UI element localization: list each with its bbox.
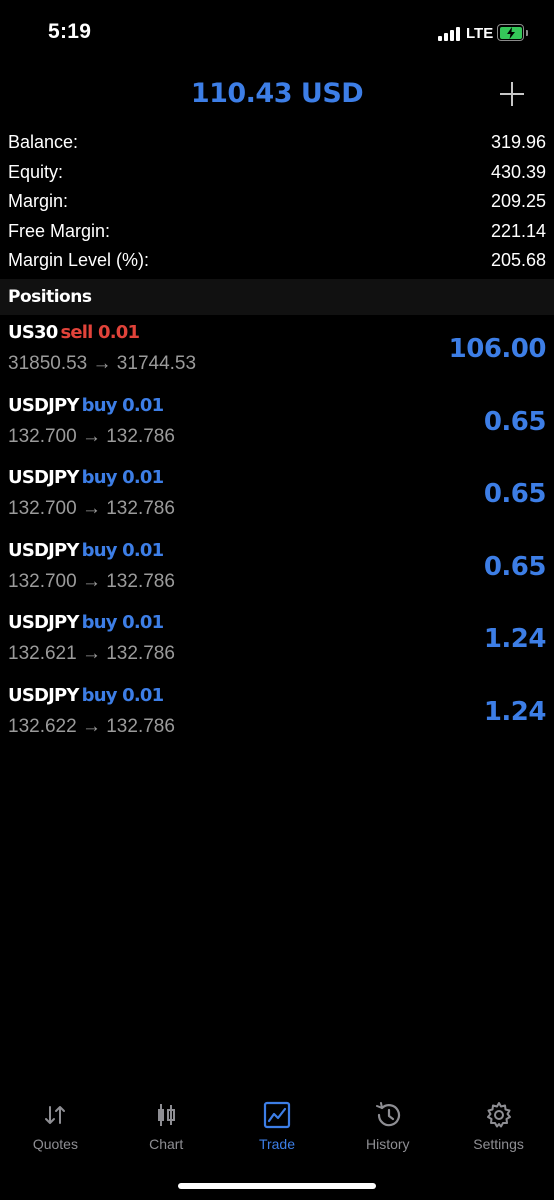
position-symbol: USDJPY [8,467,79,488]
position-symbol: USDJPY [8,394,79,416]
position-symbol: USDJPY [8,612,79,633]
position-side: buy 0.01 [81,612,165,633]
network-type: LTE [466,25,494,42]
trade-screen: 5:19 LTE 110.43 USD Balance: 319.96 Equi… [0,0,554,1200]
summary-label: Balance: [8,132,79,153]
summary-row-free-margin: Free Margin: 221.14 [0,217,554,247]
quotes-arrows-icon [45,1106,66,1124]
positions-section-header: Positions [0,279,554,315]
position-side: buy 0.01 [81,539,165,561]
history-clock-icon [375,1102,400,1127]
position-prices: 132.621 → 132.786 [8,643,175,664]
tab-label: History [366,1136,410,1152]
trade-chart-icon [263,1101,291,1129]
position-row[interactable]: USDJPY buy 0.01 132.621 → 132.786 1.24 [0,608,554,681]
position-prices: 132.622 → 132.786 [8,715,175,737]
status-bar: 5:19 LTE [0,0,554,66]
position-symbol: US30 [8,322,58,343]
position-profit: 0.65 [483,406,547,437]
summary-label: Margin Level (%): [8,250,150,271]
position-row[interactable]: USDJPY buy 0.01 132.700 → 132.786 0.65 [0,536,554,609]
tab-settings[interactable]: Settings [443,1090,554,1170]
summary-value: 221.14 [490,220,546,241]
account-summary: Balance: 319.96 Equity: 430.39 Margin: 2… [0,128,554,276]
tab-history[interactable]: History [332,1090,443,1170]
home-indicator [178,1183,376,1189]
position-side: buy 0.01 [81,467,165,488]
summary-value: 319.96 [490,132,546,153]
position-profit: 0.65 [483,551,547,582]
summary-row-margin-level: Margin Level (%): 205.68 [0,246,554,276]
summary-row-equity: Equity: 430.39 [0,158,554,188]
position-prices: 132.700 → 132.786 [8,425,175,447]
positions-list: US30 sell 0.01 31850.53 → 31744.53 106.00… [0,318,554,753]
add-order-button[interactable] [496,78,528,110]
tab-quotes[interactable]: Quotes [0,1090,111,1170]
position-side: buy 0.01 [81,684,165,706]
position-symbol: USDJPY [8,684,79,706]
position-profit: 1.24 [483,696,547,727]
tab-label: Trade [258,1136,296,1152]
account-profit-title: 110.43 USD [190,78,364,109]
tab-label: Quotes [32,1136,78,1152]
position-profit: 1.24 [483,624,547,654]
tab-trade[interactable]: Trade [222,1090,333,1170]
position-row[interactable]: USDJPY buy 0.01 132.700 → 132.786 0.65 [0,463,554,536]
summary-label: Margin: [8,191,69,212]
position-symbol: USDJPY [8,539,79,561]
cellular-signal-icon [438,27,460,41]
position-side: sell 0.01 [60,322,140,343]
position-row[interactable]: USDJPY buy 0.01 132.622 → 132.786 1.24 [0,681,554,754]
summary-label: Free Margin: [8,220,111,241]
position-prices: 132.700 → 132.786 [8,570,175,592]
candlestick-icon [158,1104,176,1126]
position-prices: 31850.53 → 31744.53 [8,353,197,374]
tab-label: Chart [149,1136,184,1152]
battery-cap [526,30,528,36]
position-profit: 0.65 [483,479,547,509]
position-row[interactable]: USDJPY buy 0.01 132.700 → 132.786 0.65 [0,391,554,464]
summary-value: 205.68 [490,250,546,271]
tab-bar: Quotes Chart Trade History Settings [0,1090,554,1170]
summary-label: Equity: [8,161,64,182]
status-time: 5:19 [48,20,92,43]
summary-row-margin: Margin: 209.25 [0,187,554,217]
account-header: 110.43 USD [0,70,554,120]
position-row[interactable]: US30 sell 0.01 31850.53 → 31744.53 106.00 [0,318,554,391]
position-side: buy 0.01 [81,394,165,416]
battery-charging-icon [497,24,524,41]
summary-value: 430.39 [490,161,546,182]
tab-chart[interactable]: Chart [111,1090,222,1170]
summary-row-balance: Balance: 319.96 [0,128,554,158]
summary-value: 209.25 [490,191,546,212]
position-profit: 106.00 [448,334,547,364]
tab-label: Settings [473,1136,524,1152]
gear-icon [486,1102,511,1128]
position-prices: 132.700 → 132.786 [8,498,175,519]
